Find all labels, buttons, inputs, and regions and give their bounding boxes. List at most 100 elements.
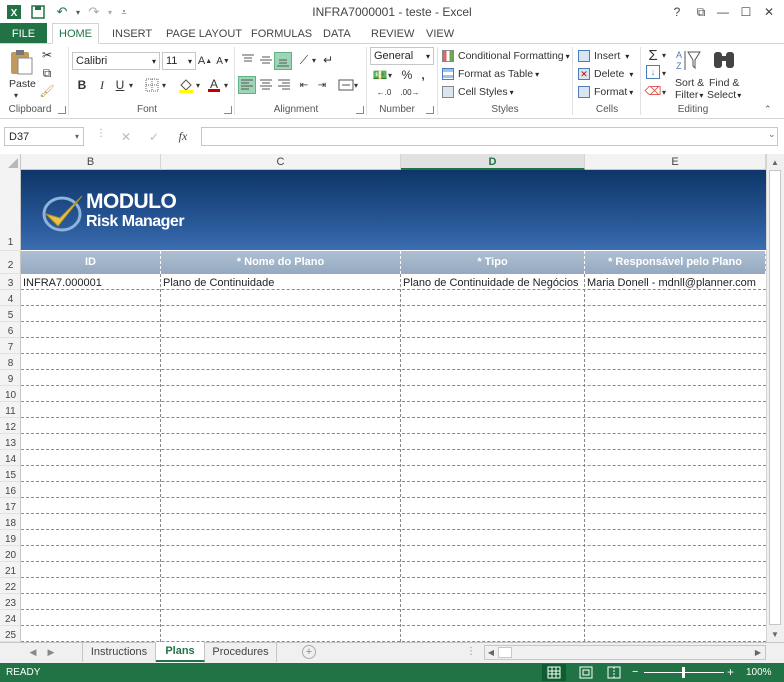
tab-home[interactable]: HOME [52,23,99,44]
tab-review[interactable]: REVIEW [365,23,420,44]
increase-indent-icon[interactable]: ⇥ [314,77,330,93]
cancel-entry-icon[interactable]: ✕ [116,127,136,146]
row-header-17[interactable]: 17 [0,498,21,514]
accounting-dropdown-icon[interactable]: ▾ [386,67,394,83]
tab-insert[interactable]: INSERT [106,23,158,44]
column-header-b[interactable]: B [21,154,161,170]
page-break-view-button[interactable] [604,664,624,681]
conditional-formatting-button[interactable]: Conditional Formatting ▾ [442,48,572,64]
vertical-scroll-thumb[interactable] [769,170,781,625]
underline-icon[interactable]: U [112,77,128,93]
borders-icon[interactable] [144,77,160,93]
align-right-icon[interactable] [276,77,292,93]
row-header-5[interactable]: 5 [0,306,21,322]
select-all-corner[interactable] [0,154,21,170]
tab-file[interactable]: FILE [0,23,47,44]
row-header-11[interactable]: 11 [0,402,21,418]
row-header-14[interactable]: 14 [0,450,21,466]
row-header-6[interactable]: 6 [0,322,21,338]
horizontal-scroll-thumb[interactable] [498,647,512,658]
cell-b3[interactable]: INFRA7.000001 [21,275,160,291]
format-as-table-button[interactable]: Format as Table ▾ [442,66,572,82]
clipboard-launcher-icon[interactable] [58,106,66,114]
decrease-font-size-icon[interactable]: A ▼ [216,52,230,70]
row-header-3[interactable]: 3 [0,274,21,290]
sort-filter-icon[interactable]: AZ [674,48,704,74]
cell-e3[interactable]: Maria Donell - mdnll@planner.com [585,275,766,291]
scroll-up-icon[interactable]: ▲ [767,156,783,168]
row-header-8[interactable]: 8 [0,354,21,370]
row-header-19[interactable]: 19 [0,530,21,546]
maximize-button[interactable]: ☐ [735,3,757,21]
column-header-c[interactable]: C [161,154,401,170]
row-header-22[interactable]: 22 [0,578,21,594]
tab-formulas[interactable]: FORMULAS [245,23,318,44]
merge-dropdown-icon[interactable]: ▾ [352,77,360,93]
confirm-entry-icon[interactable]: ✓ [144,127,164,146]
paste-button[interactable]: Paste [9,78,36,90]
increase-decimal-icon[interactable]: ←.0 [372,84,396,100]
row-header-10[interactable]: 10 [0,386,21,402]
font-name-combo[interactable]: Calibri ▾ [72,52,160,70]
delete-cells-button[interactable]: ✕ Delete ▾ [578,66,638,82]
font-color-icon[interactable]: A [206,77,222,93]
number-format-combo[interactable]: General ▾ [370,47,434,65]
bold-icon[interactable]: B [74,77,90,93]
row-header-16[interactable]: 16 [0,482,21,498]
row-header-4[interactable]: 4 [0,290,21,306]
row-header-24[interactable]: 24 [0,610,21,626]
cell-c3[interactable]: Plano de Continuidade [161,275,400,291]
row-header-20[interactable]: 20 [0,546,21,562]
scroll-left-icon[interactable]: ◀ [485,646,497,659]
italic-icon[interactable]: I [94,77,110,93]
font-color-dropdown-icon[interactable]: ▾ [222,77,230,93]
cell-styles-button[interactable]: Cell Styles ▾ [442,84,572,100]
fill-color-dropdown-icon[interactable]: ▾ [194,77,202,93]
paste-icon[interactable] [8,48,34,76]
prev-sheet-icon[interactable]: ◀ [26,645,40,659]
scroll-right-icon[interactable]: ▶ [752,646,764,659]
sheet-tab-procedures[interactable]: Procedures [205,642,277,662]
find-select-label-1[interactable]: Find & [709,77,739,89]
number-launcher-icon[interactable] [426,106,434,114]
next-sheet-icon[interactable]: ▶ [44,645,58,659]
normal-view-button[interactable] [542,664,566,681]
align-top-icon[interactable] [240,52,256,68]
row-header-13[interactable]: 13 [0,434,21,450]
alignment-launcher-icon[interactable] [356,106,364,114]
name-box[interactable]: D37 ▾ [4,127,84,146]
expand-formula-bar-icon[interactable]: ⌄ [768,129,776,140]
cut-icon[interactable]: ✂ [39,47,55,63]
formula-input[interactable] [201,127,778,146]
close-button[interactable]: ✕ [758,3,780,21]
insert-function-button[interactable]: fx [172,127,194,146]
comma-style-icon[interactable]: , [416,67,430,83]
scroll-down-icon[interactable]: ▼ [767,628,783,640]
orientation-dropdown-icon[interactable]: ▾ [310,52,318,68]
row-header-2[interactable]: 2 [0,251,21,274]
row-header-12[interactable]: 12 [0,418,21,434]
header-cell-tipo[interactable]: * Tipo [401,251,585,274]
copy-icon[interactable]: ⧉ [39,65,55,81]
sheet-tab-instructions[interactable]: Instructions [82,642,156,662]
fill-color-icon[interactable] [178,77,194,93]
tab-data[interactable]: DATA [317,23,357,44]
autosum-icon[interactable]: Σ [645,46,661,64]
header-cell-id[interactable]: ID [21,251,161,274]
row-header-18[interactable]: 18 [0,514,21,530]
tab-split-handle[interactable]: ⋮ [466,646,476,657]
find-select-icon[interactable] [711,48,737,74]
row-header-21[interactable]: 21 [0,562,21,578]
collapse-ribbon-icon[interactable]: ⌃ [764,104,772,115]
borders-dropdown-icon[interactable]: ▾ [160,77,168,93]
row-header-23[interactable]: 23 [0,594,21,610]
formula-bar-drag-handle[interactable]: ⋮ [96,128,106,139]
column-header-e[interactable]: E [585,154,766,170]
tab-view[interactable]: VIEW [420,23,460,44]
clear-icon[interactable]: ⌫ [645,84,662,98]
decrease-indent-icon[interactable]: ⇤ [296,77,312,93]
align-bottom-icon[interactable] [274,52,292,70]
align-left-icon[interactable] [238,76,256,94]
clear-dropdown-icon[interactable]: ▾ [660,84,668,100]
font-size-combo[interactable]: 11 ▾ [162,52,196,70]
